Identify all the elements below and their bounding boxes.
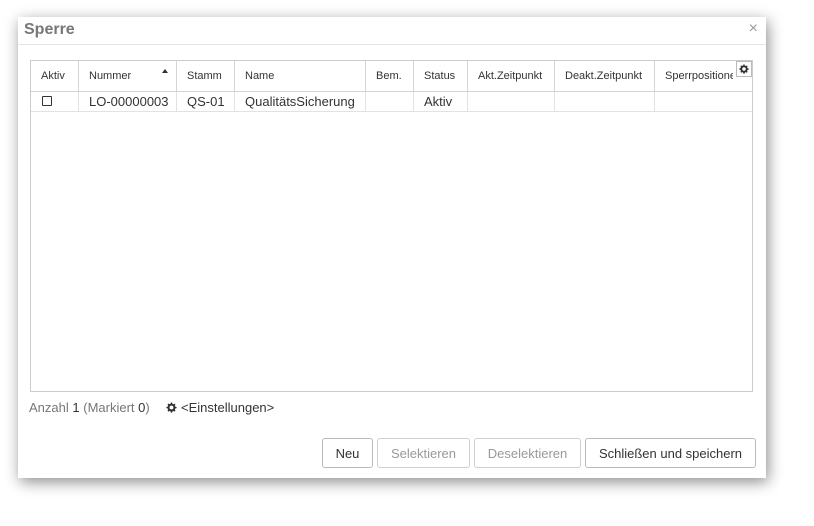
aktiv-cell <box>31 92 79 112</box>
column-header-deakt-zeitpunkt[interactable]: Deakt.Zeitpunkt <box>555 61 655 91</box>
column-header-nummer-label: Nummer <box>89 70 132 82</box>
stamm-cell: QS-01 <box>177 92 235 112</box>
table-header: Aktiv Nummer Stamm Name Bem. Status Akt.… <box>31 61 752 92</box>
aktiv-checkbox[interactable] <box>42 96 52 106</box>
sort-ascending-icon <box>162 69 168 73</box>
column-header-nummer[interactable]: Nummer <box>79 61 177 91</box>
record-count: Anzahl 1 (Markiert 0) <box>29 400 150 415</box>
deakt-zeitpunkt-cell <box>555 92 655 112</box>
sperrpositionen-cell <box>655 92 752 112</box>
sperre-dialog: Sperre × Aktiv Nummer Stamm Name Bem. St… <box>18 17 766 478</box>
nummer-cell: LO-00000003 <box>79 92 177 112</box>
column-header-name[interactable]: Name <box>235 61 366 91</box>
gear-icon <box>166 402 177 413</box>
column-header-bem[interactable]: Bem. <box>366 61 414 91</box>
bem-cell <box>366 92 414 112</box>
count-label: Anzahl <box>29 400 69 415</box>
name-cell: QualitätsSicherung <box>235 92 366 112</box>
status-cell: Aktiv <box>414 92 468 112</box>
column-header-akt-zeitpunkt[interactable]: Akt.Zeitpunkt <box>468 61 555 91</box>
table-row[interactable]: LO-00000003 QS-01 QualitätsSicherung Akt… <box>31 92 752 112</box>
marked-label: (Markiert <box>83 400 135 415</box>
column-header-sperrpositionen[interactable]: Sperrpositionen <box>655 61 733 91</box>
count-value: 1 <box>72 400 80 415</box>
marked-close: ) <box>145 400 150 415</box>
grid-settings-button[interactable] <box>736 61 752 77</box>
gear-icon <box>739 64 749 74</box>
settings-link-label: <Einstellungen> <box>181 400 275 415</box>
close-and-save-button[interactable]: Schließen und speichern <box>585 438 756 468</box>
column-header-stamm[interactable]: Stamm <box>177 61 235 91</box>
dialog-title-bar: Sperre × <box>18 17 766 45</box>
dialog-title: Sperre <box>24 21 75 38</box>
new-button[interactable]: Neu <box>322 438 373 468</box>
close-icon[interactable]: × <box>749 20 758 38</box>
deselect-button[interactable]: Deselektieren <box>474 438 581 468</box>
column-header-aktiv[interactable]: Aktiv <box>31 61 79 91</box>
column-header-status[interactable]: Status <box>414 61 468 91</box>
akt-zeitpunkt-cell <box>468 92 555 112</box>
settings-link[interactable]: <Einstellungen> <box>166 400 274 415</box>
sperre-table: Aktiv Nummer Stamm Name Bem. Status Akt.… <box>30 60 753 392</box>
select-button[interactable]: Selektieren <box>377 438 470 468</box>
